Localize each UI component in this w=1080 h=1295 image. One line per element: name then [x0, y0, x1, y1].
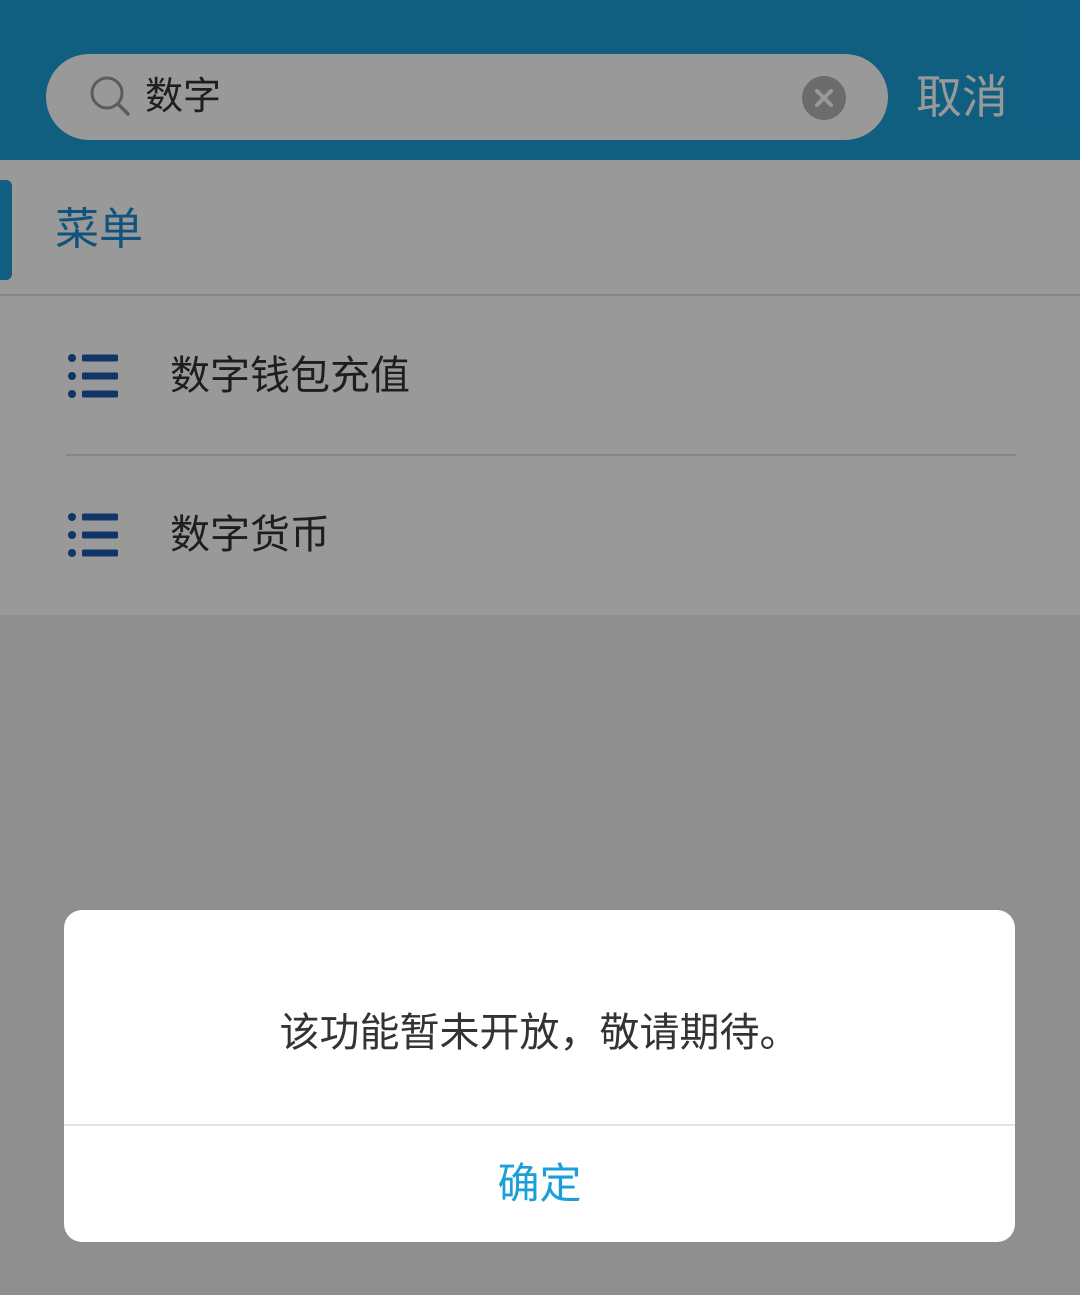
search-screen: 数字 取消 菜单 数字钱包充值 数字货币 该功能暂未开放，敬请期待。 确定 — [0, 0, 1080, 1295]
confirm-button[interactable]: 确定 — [64, 1126, 1015, 1242]
dialog-message: 该功能暂未开放，敬请期待。 — [279, 1010, 800, 1056]
alert-dialog: 该功能暂未开放，敬请期待。 确定 — [64, 910, 1015, 1242]
